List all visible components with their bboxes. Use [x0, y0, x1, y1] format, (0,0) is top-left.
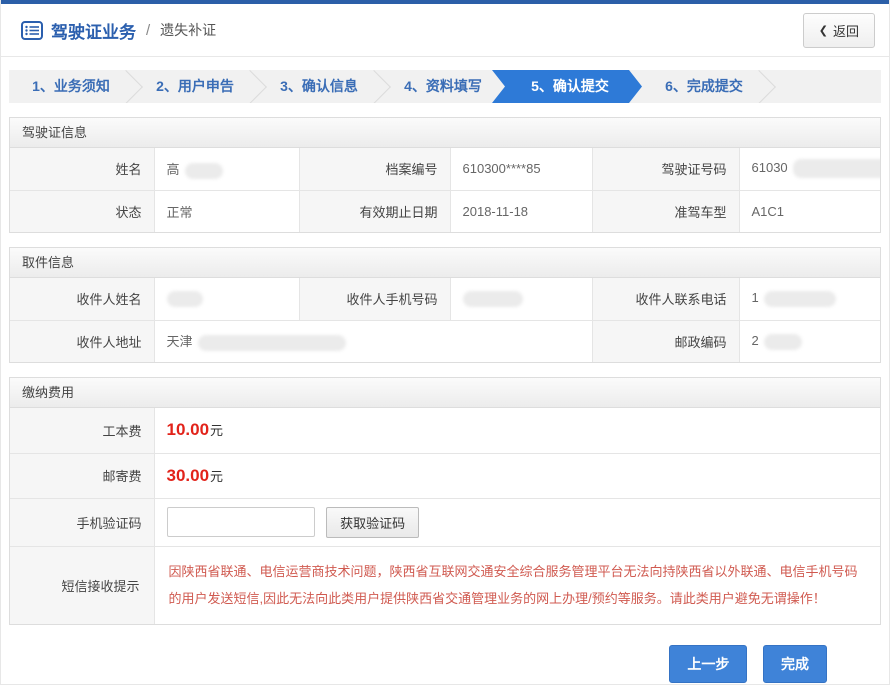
page: 驾驶证业务 / 遗失补证 ❮ 返回 1、业务须知 2、用户申告 3、确认信息 4… [0, 0, 890, 685]
table-row: 邮寄费 30.00元 [10, 453, 880, 498]
get-code-button[interactable]: 获取验证码 [326, 507, 419, 538]
payment-section-title: 缴纳费用 [10, 378, 880, 408]
license-info-section: 驾驶证信息 姓名 高 档案编号 610300****85 驾驶证号码 61030… [9, 117, 881, 233]
redacted-blob [185, 163, 223, 179]
finish-button[interactable]: 完成 [763, 645, 827, 683]
sms-code-cell: 获取验证码 [154, 498, 880, 546]
field-label: 姓名 [10, 148, 154, 190]
step-5-confirm-submit-active[interactable]: 5、确认提交 [492, 70, 642, 103]
field-label: 档案编号 [299, 148, 450, 190]
field-label: 邮寄费 [10, 453, 154, 498]
sms-code-input[interactable] [167, 507, 315, 537]
list-icon [21, 21, 43, 40]
field-label: 收件人手机号码 [299, 278, 450, 320]
table-row: 收件人地址 天津 邮政编码 2 [10, 320, 880, 362]
back-button-label: 返回 [833, 21, 859, 40]
field-label: 收件人地址 [10, 320, 154, 362]
footer-actions: 上一步 完成 [1, 645, 889, 683]
redacted-blob [463, 291, 523, 307]
field-label: 收件人联系电话 [592, 278, 739, 320]
production-fee-value: 10.00元 [154, 408, 880, 453]
redacted-blob [793, 159, 880, 178]
sms-notice-cell: 因陕西省联通、电信运营商技术问题，陕西省互联网交通安全综合服务管理平台无法向持陕… [154, 546, 880, 624]
field-label: 手机验证码 [10, 498, 154, 546]
redacted-blob [764, 334, 802, 350]
step-4-fill-data[interactable]: 4、资料填写 [381, 70, 505, 103]
field-value: 61030 [739, 148, 880, 190]
page-title: 驾驶证业务 [51, 18, 136, 43]
pickup-info-section: 取件信息 收件人姓名 收件人手机号码 收件人联系电话 1 收件人地址 天津 邮政… [9, 247, 881, 363]
fee-unit: 元 [210, 469, 223, 484]
breadcrumb-separator: / [146, 22, 150, 39]
table-row: 状态 正常 有效期止日期 2018-11-18 准驾车型 A1C1 [10, 190, 880, 232]
table-row: 收件人姓名 收件人手机号码 收件人联系电话 1 [10, 278, 880, 320]
field-label: 工本费 [10, 408, 154, 453]
field-value: 1 [739, 278, 880, 320]
mail-fee-value: 30.00元 [154, 453, 880, 498]
field-label: 有效期止日期 [299, 190, 450, 232]
pickup-section-title: 取件信息 [10, 248, 880, 278]
payment-section: 缴纳费用 工本费 10.00元 邮寄费 30.00元 手机验证码 获取验证码 [9, 377, 881, 625]
license-section-title: 驾驶证信息 [10, 118, 880, 148]
field-value: 2 [739, 320, 880, 362]
table-row: 手机验证码 获取验证码 [10, 498, 880, 546]
back-button[interactable]: ❮ 返回 [803, 13, 875, 48]
fee-unit: 元 [210, 423, 223, 438]
back-chevron-icon: ❮ [819, 24, 828, 37]
header: 驾驶证业务 / 遗失补证 ❮ 返回 [1, 4, 889, 57]
field-value: A1C1 [739, 190, 880, 232]
field-value: 2018-11-18 [450, 190, 592, 232]
field-value: 正常 [154, 190, 299, 232]
field-label: 驾驶证号码 [592, 148, 739, 190]
payment-table: 工本费 10.00元 邮寄费 30.00元 手机验证码 获取验证码 短信接收提 [10, 408, 880, 624]
field-value [450, 278, 592, 320]
field-label: 收件人姓名 [10, 278, 154, 320]
step-2-user-declaration[interactable]: 2、用户申告 [133, 70, 257, 103]
steps-bar-filler [766, 70, 881, 103]
field-value: 高 [154, 148, 299, 190]
field-label: 准驾车型 [592, 190, 739, 232]
fee-amount: 30.00 [167, 466, 210, 485]
redacted-blob [167, 291, 203, 307]
steps-bar: 1、业务须知 2、用户申告 3、确认信息 4、资料填写 5、确认提交 6、完成提… [9, 70, 881, 103]
sms-notice-text: 因陕西省联通、电信运营商技术问题，陕西省互联网交通安全综合服务管理平台无法向持陕… [169, 558, 867, 612]
previous-step-button[interactable]: 上一步 [669, 645, 747, 683]
license-info-table: 姓名 高 档案编号 610300****85 驾驶证号码 61030 状态 正常… [10, 148, 880, 232]
step-3-confirm-info[interactable]: 3、确认信息 [257, 70, 381, 103]
step-1-business-notice[interactable]: 1、业务须知 [9, 70, 133, 103]
table-row: 工本费 10.00元 [10, 408, 880, 453]
breadcrumb-current: 遗失补证 [160, 20, 216, 40]
field-label: 状态 [10, 190, 154, 232]
field-label: 邮政编码 [592, 320, 739, 362]
table-row: 姓名 高 档案编号 610300****85 驾驶证号码 61030 [10, 148, 880, 190]
breadcrumb: 驾驶证业务 / 遗失补证 [21, 18, 216, 43]
field-value: 天津 [154, 320, 592, 362]
redacted-blob [198, 335, 346, 351]
redacted-blob [764, 291, 836, 307]
fee-amount: 10.00 [167, 420, 210, 439]
step-6-complete-submit[interactable]: 6、完成提交 [642, 70, 766, 103]
field-value [154, 278, 299, 320]
field-label: 短信接收提示 [10, 546, 154, 624]
pickup-info-table: 收件人姓名 收件人手机号码 收件人联系电话 1 收件人地址 天津 邮政编码 2 [10, 278, 880, 362]
table-row: 短信接收提示 因陕西省联通、电信运营商技术问题，陕西省互联网交通安全综合服务管理… [10, 546, 880, 624]
field-value: 610300****85 [450, 148, 592, 190]
